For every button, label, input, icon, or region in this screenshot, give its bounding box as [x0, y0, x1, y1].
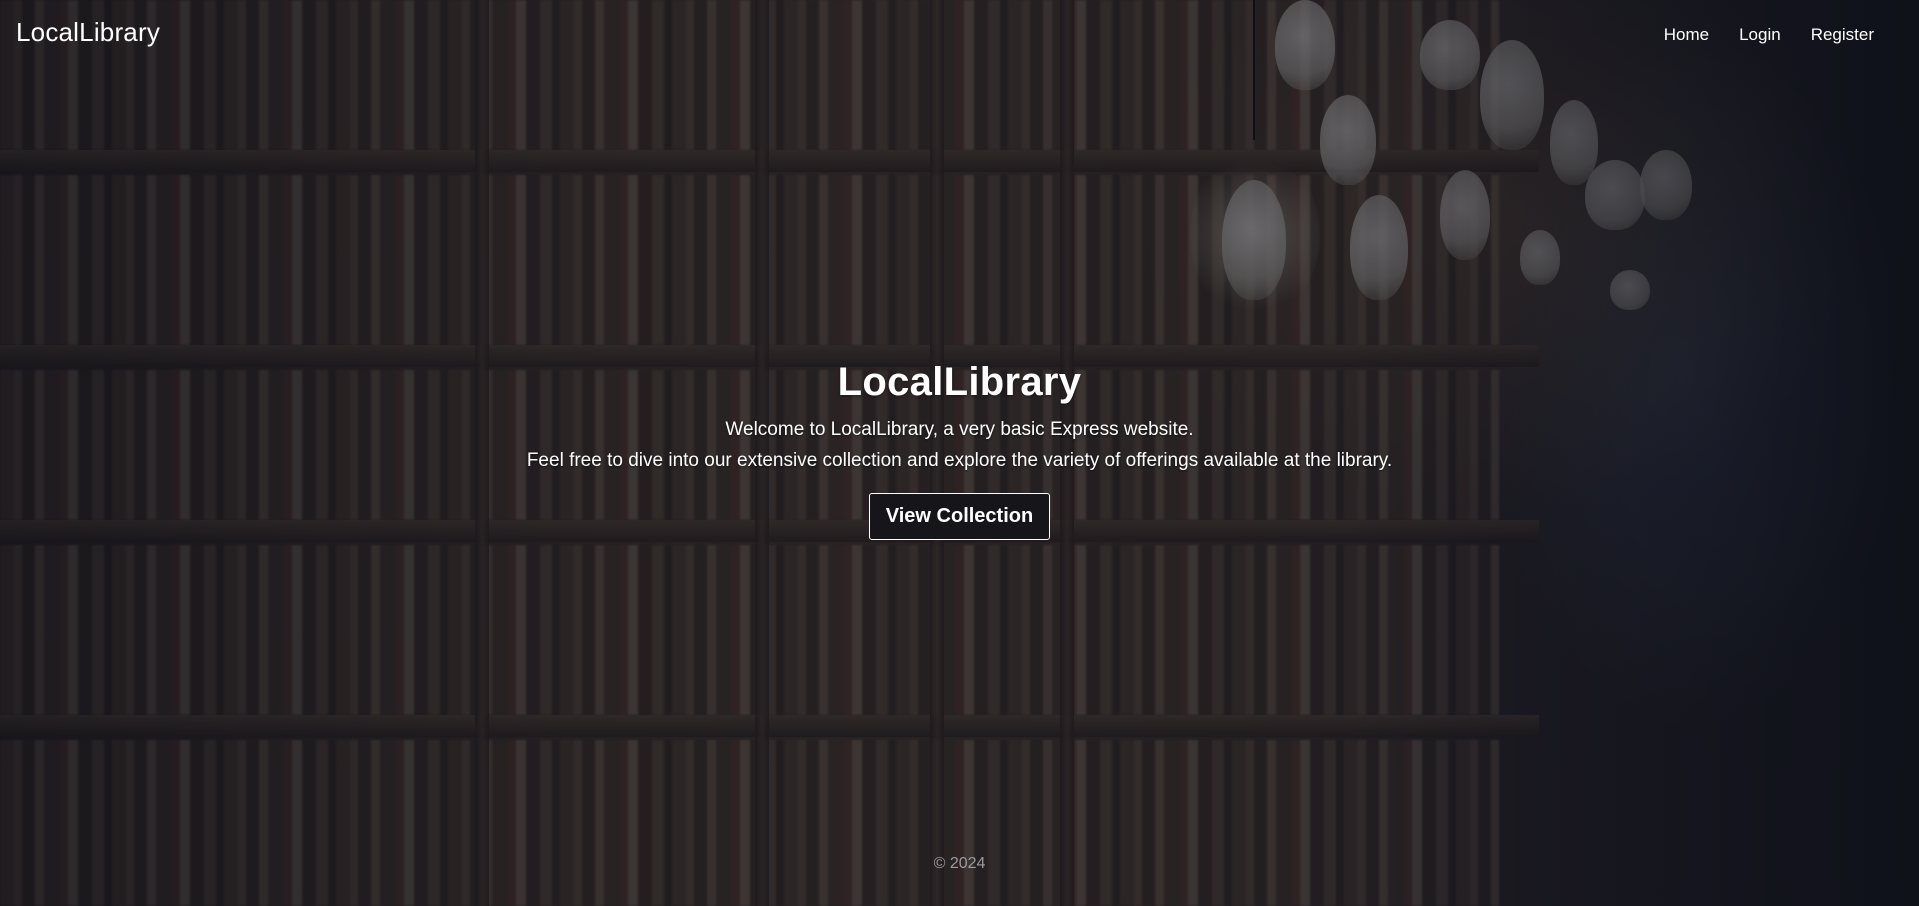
navbar: LocalLibrary Home Login Register [0, 0, 1919, 70]
hero-section: LocalLibrary Welcome to LocalLibrary, a … [0, 360, 1919, 540]
nav-link-register[interactable]: Register [1796, 17, 1889, 53]
nav-link-login[interactable]: Login [1724, 17, 1796, 53]
hero-description-text: Feel free to dive into our extensive col… [526, 450, 1393, 471]
hero-welcome-text: Welcome to LocalLibrary, a very basic Ex… [725, 419, 1194, 440]
footer-copyright: © 2024 [933, 855, 986, 872]
nav-links: Home Login Register [1649, 17, 1889, 53]
view-collection-button[interactable]: View Collection [868, 493, 1051, 540]
nav-link-home[interactable]: Home [1649, 17, 1724, 53]
hero-title: LocalLibrary [837, 360, 1082, 404]
brand-logo-link[interactable]: LocalLibrary [16, 17, 160, 48]
